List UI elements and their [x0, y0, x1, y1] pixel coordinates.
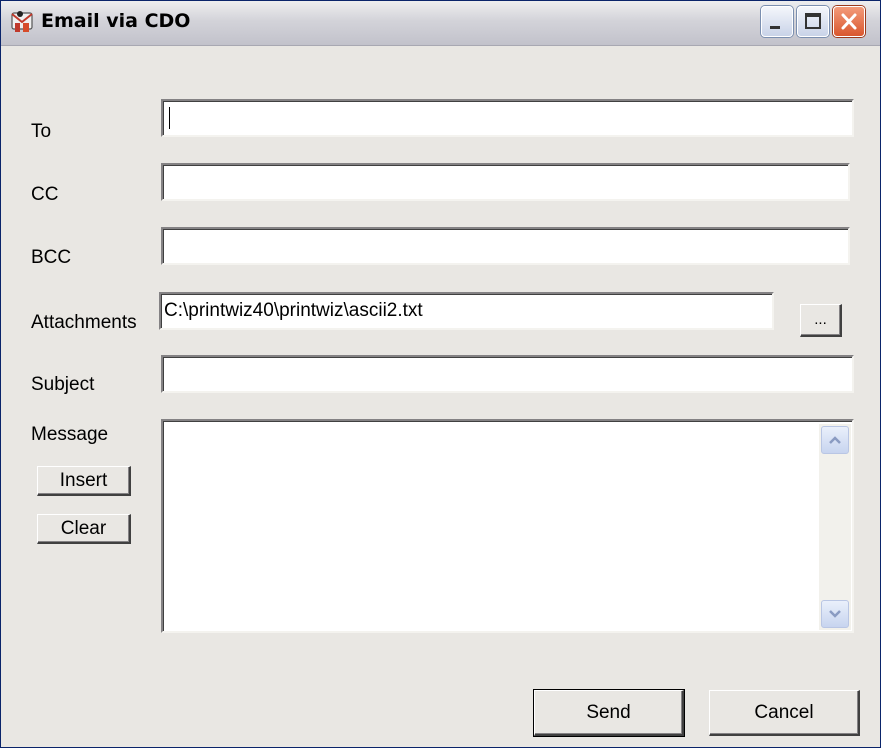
to-label: To	[31, 121, 52, 142]
message-scrollbar[interactable]	[819, 424, 851, 630]
attachments-label: Attachments	[31, 312, 137, 333]
browse-attachment-button[interactable]: ...	[800, 304, 842, 337]
subject-field[interactable]	[161, 355, 854, 393]
cancel-button[interactable]: Cancel	[709, 690, 860, 736]
scroll-up-arrow-icon	[829, 436, 841, 444]
bcc-label: BCC	[31, 247, 72, 268]
minimize-icon	[770, 26, 780, 29]
email-app-icon	[9, 9, 35, 35]
message-label: Message	[31, 424, 109, 445]
close-button[interactable]	[833, 6, 865, 37]
close-icon	[841, 13, 857, 30]
to-field[interactable]	[161, 99, 854, 137]
email-dialog: Email via CDO To CC BCC Attachments ... …	[0, 0, 881, 748]
insert-button[interactable]: Insert	[37, 466, 131, 496]
message-textarea[interactable]	[161, 419, 854, 633]
bcc-field[interactable]	[161, 227, 850, 265]
attachments-field[interactable]	[159, 292, 774, 330]
maximize-button[interactable]	[797, 6, 829, 37]
text-caret	[169, 107, 170, 129]
minimize-button[interactable]	[761, 6, 793, 37]
scroll-down-arrow-icon	[829, 610, 841, 618]
title-bar[interactable]: Email via CDO	[1, 1, 880, 46]
send-button[interactable]: Send	[533, 689, 685, 737]
clear-button[interactable]: Clear	[37, 514, 131, 544]
scroll-down-button[interactable]	[821, 600, 849, 628]
maximize-icon	[805, 13, 821, 29]
scroll-up-button[interactable]	[821, 426, 849, 454]
cc-label: CC	[31, 184, 59, 205]
cc-field[interactable]	[161, 163, 850, 201]
subject-label: Subject	[31, 374, 95, 395]
window-title: Email via CDO	[41, 10, 191, 32]
